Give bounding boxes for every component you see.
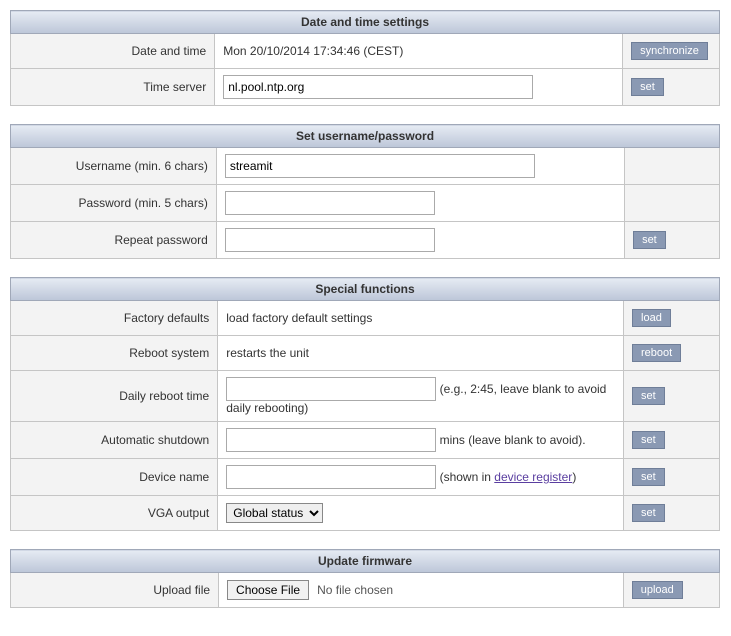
repeat-password-label: Repeat password xyxy=(11,222,217,259)
reboot-label: Reboot system xyxy=(11,336,218,371)
load-button[interactable]: load xyxy=(632,309,671,327)
datetime-label: Date and time xyxy=(11,34,215,69)
auto-shutdown-hint: mins (leave blank to avoid). xyxy=(436,433,585,447)
auto-shutdown-input[interactable] xyxy=(226,428,436,452)
synchronize-button[interactable]: synchronize xyxy=(631,42,708,60)
device-hint-pre: (shown in xyxy=(436,470,494,484)
auto-shutdown-set-button[interactable]: set xyxy=(632,431,665,449)
special-section: Special functions Factory defaults load … xyxy=(10,277,720,531)
upload-file-label: Upload file xyxy=(11,573,219,608)
reboot-button[interactable]: reboot xyxy=(632,344,681,362)
vga-set-button[interactable]: set xyxy=(632,504,665,522)
datetime-section: Date and time settings Date and time Mon… xyxy=(10,10,720,106)
device-name-input[interactable] xyxy=(226,465,436,489)
datetime-header: Date and time settings xyxy=(11,11,720,34)
daily-reboot-set-button[interactable]: set xyxy=(632,387,665,405)
device-name-label: Device name xyxy=(11,459,218,496)
repeat-password-input[interactable] xyxy=(225,228,435,252)
userpass-header: Set username/password xyxy=(11,125,720,148)
device-name-set-button[interactable]: set xyxy=(632,468,665,486)
firmware-section: Update firmware Upload file Choose File … xyxy=(10,549,720,608)
password-input[interactable] xyxy=(225,191,435,215)
upload-button[interactable]: upload xyxy=(632,581,683,599)
special-header: Special functions xyxy=(11,278,720,301)
reboot-desc: restarts the unit xyxy=(218,336,624,371)
auto-shutdown-label: Automatic shutdown xyxy=(11,422,218,459)
device-register-link[interactable]: device register xyxy=(494,470,572,484)
choose-file-button[interactable]: Choose File xyxy=(227,580,309,600)
daily-reboot-label: Daily reboot time xyxy=(11,371,218,422)
datetime-value: Mon 20/10/2014 17:34:46 (CEST) xyxy=(215,34,623,69)
file-status: No file chosen xyxy=(317,583,393,597)
timeserver-label: Time server xyxy=(11,69,215,106)
username-label: Username (min. 6 chars) xyxy=(11,148,217,185)
timeserver-set-button[interactable]: set xyxy=(631,78,664,96)
firmware-header: Update firmware xyxy=(11,550,720,573)
userpass-section: Set username/password Username (min. 6 c… xyxy=(10,124,720,259)
factory-label: Factory defaults xyxy=(11,301,218,336)
daily-reboot-input[interactable] xyxy=(226,377,436,401)
device-hint-post: ) xyxy=(572,470,576,484)
userpass-set-button[interactable]: set xyxy=(633,231,666,249)
username-input[interactable] xyxy=(225,154,535,178)
timeserver-input[interactable] xyxy=(223,75,533,99)
password-label: Password (min. 5 chars) xyxy=(11,185,217,222)
vga-output-label: VGA output xyxy=(11,496,218,531)
vga-output-select[interactable]: Global status xyxy=(226,503,323,523)
factory-desc: load factory default settings xyxy=(218,301,624,336)
